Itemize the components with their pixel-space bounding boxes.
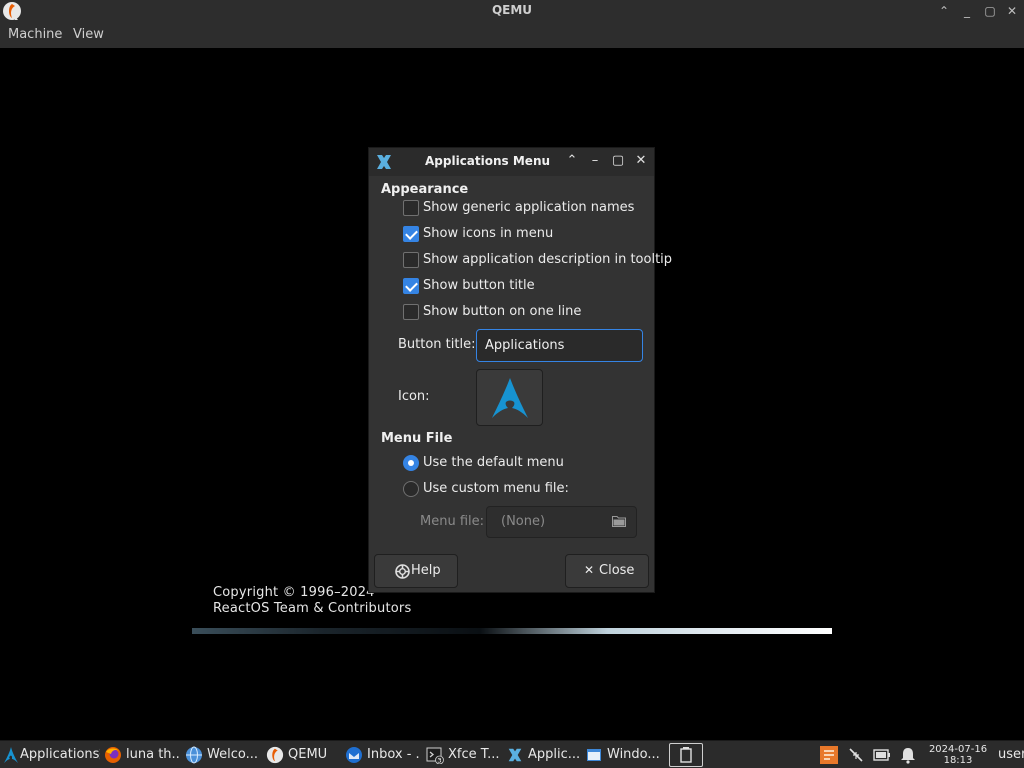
menu-view[interactable]: View — [73, 27, 104, 42]
arch-linux-icon — [492, 378, 528, 418]
icon-picker-button[interactable] — [476, 369, 543, 426]
qemu-close-button[interactable]: ✕ — [1003, 2, 1021, 20]
checkbox-box[interactable] — [403, 278, 419, 294]
task-terminal[interactable]: 3 Xfce T... — [424, 743, 502, 767]
qemu-icon — [266, 746, 284, 764]
close-button[interactable]: ✕ Close — [565, 554, 649, 588]
icon-label: Icon: — [398, 389, 430, 404]
task-label: Xfce T... — [448, 747, 500, 762]
help-button[interactable]: Help — [374, 554, 458, 588]
terminal-icon: 3 — [426, 747, 444, 765]
task-inbox[interactable]: Inbox - ... — [343, 743, 421, 767]
dialog-titlebar: Applications Menu ⌃ – ▢ ✕ — [369, 148, 654, 176]
radio-circle[interactable] — [403, 481, 419, 497]
close-icon: ✕ — [584, 563, 595, 577]
checkbox-label: Show generic application names — [423, 200, 635, 215]
battery-icon — [680, 747, 692, 763]
close-label: Close — [599, 563, 635, 578]
applications-label: Applications — [20, 747, 100, 762]
dialog-shade-button[interactable]: ⌃ — [564, 153, 580, 169]
task-badge: 3 — [437, 757, 441, 765]
globe-icon — [186, 746, 202, 764]
arch-linux-icon — [4, 747, 18, 763]
checkbox-label: Show application description in tooltip — [423, 252, 673, 267]
dialog-maximize-button[interactable]: ▢ — [610, 153, 626, 169]
dialog-close-x-button[interactable]: ✕ — [633, 153, 649, 169]
task-firefox[interactable]: luna th... — [102, 743, 180, 767]
thunderbird-icon — [346, 747, 362, 763]
radio-label: Use the default menu — [423, 455, 564, 470]
help-label: Help — [411, 563, 441, 578]
checkbox-box[interactable] — [403, 200, 419, 216]
xfce-settings-icon — [508, 748, 522, 762]
qemu-menubar: Machine View — [0, 22, 1024, 48]
separator-dots: ⋮ — [94, 747, 100, 762]
firefox-icon — [105, 747, 121, 763]
applications-menu-button[interactable]: Applications ⋮ — [2, 743, 100, 767]
clock-time: 18:13 — [943, 755, 973, 766]
task-label: Inbox - ... — [367, 747, 421, 762]
show-desktop-button[interactable] — [669, 743, 703, 767]
qemu-titlebar: QEMU ⌃ _ ▢ ✕ — [0, 0, 1024, 22]
boot-progress-bar — [192, 628, 832, 634]
task-label: Applic... — [528, 747, 580, 762]
network-disconnected-icon[interactable] — [847, 746, 865, 764]
tray-app-icon[interactable] — [820, 746, 838, 764]
radio-label: Use custom menu file: — [423, 481, 569, 496]
task-label: Welco... — [207, 747, 258, 762]
help-lifebuoy-icon — [395, 564, 410, 579]
copyright-line-2: ReactOS Team & Contributors — [213, 601, 412, 616]
task-qemu[interactable]: QEMU — [264, 743, 340, 767]
checkbox-label: Show button on one line — [423, 304, 582, 319]
taskbar: Applications ⋮ luna th... Welco... QEMU … — [0, 740, 1024, 768]
menu-file-label: Menu file: — [420, 514, 485, 529]
button-title-label: Button title: — [398, 337, 476, 352]
checkbox-label: Show button title — [423, 278, 535, 293]
task-label: QEMU — [288, 747, 328, 762]
task-label: Windo... — [607, 747, 660, 762]
checkbox-box[interactable] — [403, 304, 419, 320]
button-title-input[interactable] — [476, 329, 643, 362]
task-applications-menu[interactable]: Applic... — [504, 743, 580, 767]
dialog-title: Applications Menu — [425, 154, 551, 168]
appearance-heading: Appearance — [381, 182, 469, 197]
task-welcome[interactable]: Welco... — [183, 743, 261, 767]
menu-machine[interactable]: Machine — [8, 27, 62, 42]
qemu-minimize-button[interactable]: _ — [958, 2, 976, 20]
notification-bell-icon[interactable] — [900, 746, 916, 764]
task-window[interactable]: Windo... — [583, 743, 661, 767]
power-battery-icon[interactable] — [873, 747, 891, 763]
checkbox-box[interactable] — [403, 226, 419, 242]
radio-circle[interactable] — [403, 455, 419, 471]
checkbox-label: Show icons in menu — [423, 226, 554, 241]
qemu-shade-button[interactable]: ⌃ — [935, 2, 953, 20]
qemu-window-title: QEMU — [491, 3, 533, 17]
clock-date: 2024-07-16 — [928, 744, 988, 755]
window-icon — [587, 749, 601, 761]
folder-icon — [612, 516, 626, 527]
task-label: luna th... — [126, 747, 180, 762]
menu-file-chooser[interactable]: (None) — [486, 506, 637, 538]
applications-menu-dialog: Applications Menu ⌃ – ▢ ✕ Appearance Sho… — [368, 147, 672, 593]
xfce-settings-icon — [377, 155, 391, 169]
dialog-minimize-button[interactable]: – — [587, 153, 603, 169]
clock[interactable]: 2024-07-16 18:13 — [925, 744, 991, 766]
checkbox-box[interactable] — [403, 252, 419, 268]
qemu-maximize-button[interactable]: ▢ — [981, 2, 999, 20]
user-menu[interactable]: user — [998, 747, 1024, 762]
menu-file-heading: Menu File — [381, 431, 453, 446]
menu-file-value: (None) — [501, 514, 546, 529]
